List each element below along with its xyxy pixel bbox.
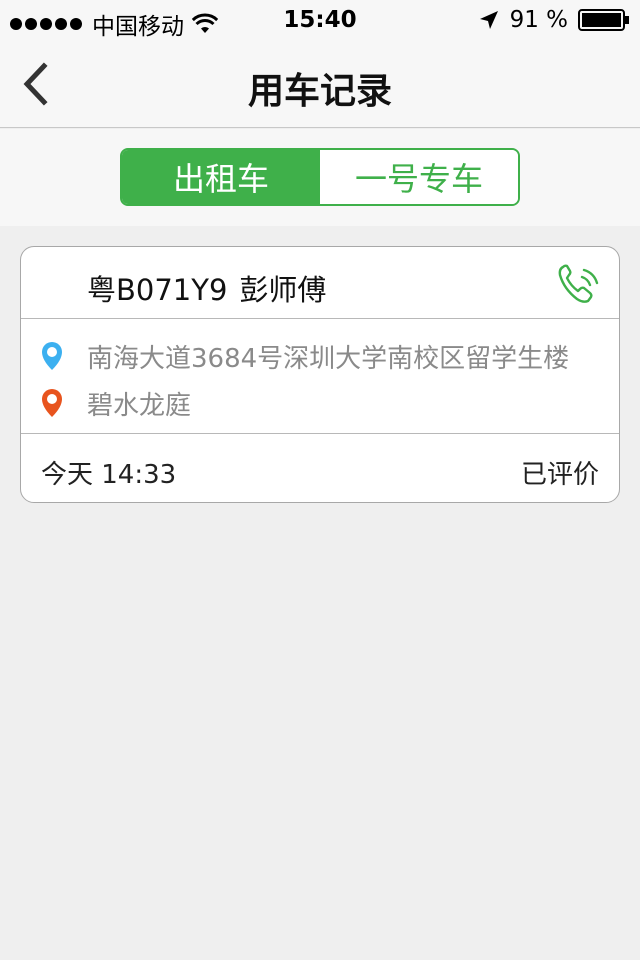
rating-status: 已评价: [520, 460, 599, 490]
location-arrow-icon: [479, 11, 498, 29]
route-start-row: 南海大道3684号深圳大学南校区留学生楼: [21, 336, 569, 376]
ride-record-card[interactable]: 粤B071Y9 彭师傅 南海大道3684号深圳大学南校区留学生楼 碧水龙庭 今天…: [20, 246, 620, 503]
tab-taxi[interactable]: 出租车: [122, 150, 320, 204]
license-plate: 粤B071Y9: [87, 273, 228, 307]
end-location-pin-icon: [42, 389, 62, 417]
card-header: 粤B071Y9 彭师傅: [21, 247, 619, 319]
navigation-bar: 用车记录: [0, 40, 640, 128]
start-location-pin-icon: [42, 342, 62, 370]
route-end-row: 碧水龙庭: [21, 383, 191, 423]
phone-icon: [558, 264, 599, 303]
tab-premium-car[interactable]: 一号专车: [320, 150, 518, 204]
page-title: 用车记录: [247, 71, 392, 112]
driver-name: 彭师傅: [239, 273, 327, 307]
card-footer: 今天 14:33 已评价: [21, 434, 619, 502]
status-right: 91 %: [478, 7, 630, 33]
driver-info: 粤B071Y9 彭师傅: [87, 267, 326, 309]
route-section: 南海大道3684号深圳大学南校区留学生楼 碧水龙庭: [21, 319, 619, 434]
battery-icon: [578, 9, 629, 31]
call-driver-button[interactable]: [555, 261, 601, 307]
status-bar: 中国移动 15:40 91 %: [0, 0, 640, 40]
ride-type-segmented-control: 出租车 一号专车: [120, 148, 520, 206]
segment-area: 出租车 一号专车: [0, 129, 640, 226]
end-address: 碧水龙庭: [87, 390, 192, 421]
battery-percent: 91 %: [509, 7, 568, 33]
start-address: 南海大道3684号深圳大学南校区留学生楼: [87, 343, 570, 374]
trip-time: 今天 14:33: [41, 460, 177, 490]
